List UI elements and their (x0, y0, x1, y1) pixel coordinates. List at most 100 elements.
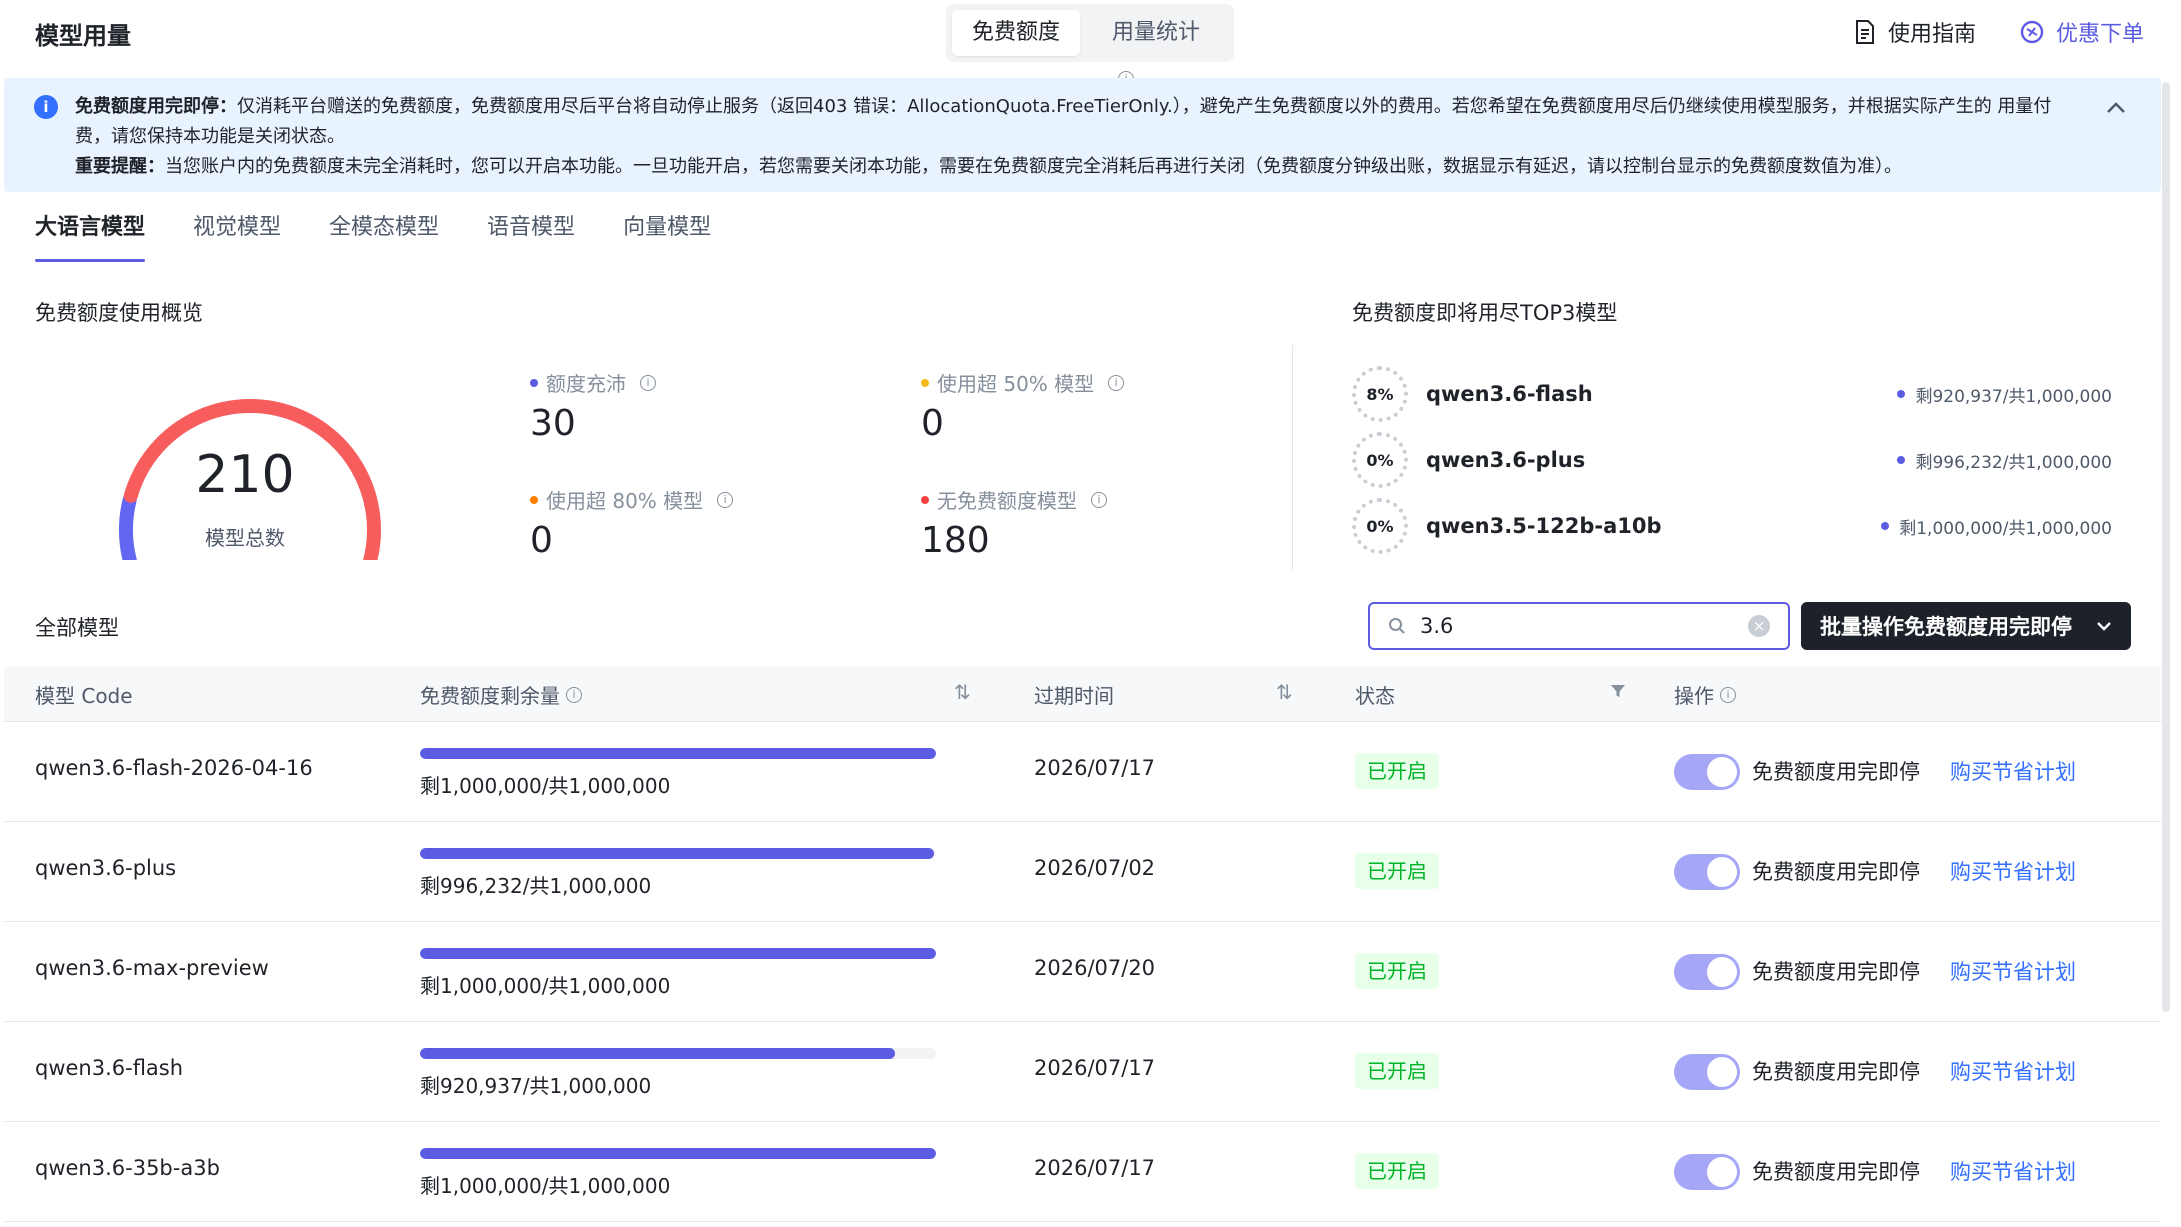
guide-link-label: 使用指南 (1888, 22, 1977, 47)
search-icon (1389, 618, 1405, 634)
table-row: qwen3.6-plus 剩996,232/共1,000,000 2026/07/0… (4, 822, 2161, 922)
quota-progress-fill (420, 748, 936, 759)
info-icon: i (717, 491, 734, 508)
usage-ring: 8% (1352, 366, 1408, 422)
tab-omni[interactable]: 全模态模型 (329, 212, 439, 262)
top3-item: 0% qwen3.5-122b-a10b 剩1,000,000/共1,000,0… (1352, 498, 2112, 554)
stop-on-exhaust-toggle[interactable] (1674, 1054, 1740, 1090)
stat-label: 使用超 80% 模型 (546, 489, 704, 513)
stop-on-exhaust-toggle[interactable] (1674, 754, 1740, 790)
toggle-knob (1707, 1157, 1737, 1187)
stat-dot (921, 378, 929, 387)
top3-item: 8% qwen3.6-flash 剩920,937/共1,000,000 (1352, 366, 2112, 422)
quota-remaining: 剩996,232/共1,000,000 (420, 874, 652, 898)
document-icon (1856, 20, 1874, 44)
promo-link[interactable]: 优惠下单 (2020, 16, 2144, 48)
search-input[interactable] (1420, 614, 1720, 638)
stat-label: 额度充沛 (546, 372, 626, 396)
tab-vision[interactable]: 视觉模型 (193, 212, 281, 262)
tab-llm[interactable]: 大语言模型 (35, 212, 146, 262)
col-expire: 过期时间 (1034, 684, 1114, 708)
top3-remaining-text: 剩1,000,000/共1,000,000 (1899, 518, 2112, 539)
stop-on-exhaust-toggle[interactable] (1674, 954, 1740, 990)
status-badge: 已开启 (1355, 853, 1439, 889)
stat-value: 0 (921, 403, 944, 444)
top3-remaining-text: 剩920,937/共1,000,000 (1915, 386, 2112, 407)
quota-progress-fill (420, 1148, 936, 1159)
tab-embedding[interactable]: 向量模型 (623, 212, 711, 262)
model-type-tabs: 大语言模型 视觉模型 全模态模型 语音模型 向量模型 (35, 212, 711, 262)
info-circle-icon: i (34, 95, 58, 119)
toggle-knob (1707, 857, 1737, 887)
all-models-title: 全部模型 (35, 616, 119, 640)
remaining-dot (1881, 522, 1890, 530)
table-row: qwen3.6-35b-a3b 剩1,000,000/共1,000,000 2026… (4, 1122, 2161, 1222)
clear-search-icon[interactable]: × (1748, 615, 1770, 637)
table-row: qwen3.6-flash-2026-04-16 剩1,000,000/共1,00… (4, 722, 2161, 822)
filter-status-icon[interactable] (1610, 680, 1626, 704)
model-code: qwen3.6-flash (35, 1056, 184, 1080)
tab-usage-stats[interactable]: 用量统计i (1092, 10, 1234, 87)
stat-label: 使用超 50% 模型 (937, 372, 1095, 396)
col-action-label: 操作 (1674, 684, 1714, 708)
info-icon: i (566, 686, 582, 703)
buy-savings-plan-link[interactable]: 购买节省计划 (1950, 1056, 2076, 1086)
divider (1292, 345, 1293, 570)
toggle-knob (1707, 957, 1737, 987)
coupon-icon (2020, 20, 2044, 44)
top3-model-name: qwen3.5-122b-a10b (1426, 514, 1662, 538)
buy-savings-plan-link[interactable]: 购买节省计划 (1950, 756, 2076, 786)
collapse-alert-button[interactable] (2106, 96, 2126, 120)
stat-over-80: 使用超 80% 模型 i 0 (530, 485, 734, 561)
stat-over-50: 使用超 50% 模型 i 0 (921, 368, 1125, 444)
stat-dot (921, 495, 929, 504)
col-remaining-label: 免费额度剩余量 (420, 684, 560, 708)
top3-model-name: qwen3.6-flash (1426, 382, 1593, 406)
stop-on-exhaust-toggle[interactable] (1674, 854, 1740, 890)
top3-title: 免费额度即将用尽TOP3模型 (1352, 301, 1618, 325)
col-status: 状态 (1355, 684, 1395, 708)
bulk-action-label: 批量操作免费额度用完即停 (1820, 615, 2072, 639)
expire-date: 2026/07/17 (1034, 1056, 1156, 1080)
scrollbar[interactable] (2162, 82, 2170, 1012)
top3-model-name: qwen3.6-plus (1426, 448, 1586, 472)
stat-value: 180 (921, 520, 990, 561)
status-badge: 已开启 (1355, 1053, 1439, 1089)
remaining-dot (1897, 390, 1906, 398)
tab-usage-stats-label: 用量统计 (1112, 20, 1201, 45)
quota-progress-fill (420, 1048, 896, 1059)
stop-on-exhaust-toggle[interactable] (1674, 1154, 1740, 1190)
gauge-segment (119, 493, 137, 560)
stat-no-quota: 无免费额度模型 i 180 (921, 485, 1107, 561)
usage-ring: 0% (1352, 498, 1408, 554)
top3-remaining: 剩1,000,000/共1,000,000 (1881, 514, 2112, 539)
quota-remaining: 剩920,937/共1,000,000 (420, 1074, 652, 1098)
status-badge: 已开启 (1355, 953, 1439, 989)
buy-savings-plan-link[interactable]: 购买节省计划 (1950, 1156, 2076, 1186)
table-header: 模型 Code 免费额度剩余量 i ⇅ 过期时间 ⇅ 状态 操作 i (4, 666, 2161, 722)
buy-savings-plan-link[interactable]: 购买节省计划 (1950, 856, 2076, 886)
col-code: 模型 Code (35, 684, 133, 708)
alert-body-1: 仅消耗平台赠送的免费额度，免费额度用尽后平台将自动停止服务（返回403 错误：A… (75, 96, 2052, 147)
model-search: × (1368, 602, 1790, 650)
info-icon: i (1091, 491, 1107, 508)
buy-savings-plan-link[interactable]: 购买节省计划 (1950, 956, 2076, 986)
guide-link[interactable]: 使用指南 (1854, 16, 1976, 48)
table-row: qwen3.6-max-preview 剩1,000,000/共1,000,000… (4, 922, 2161, 1022)
expire-date: 2026/07/20 (1034, 956, 1156, 980)
bulk-action-button[interactable]: 批量操作免费额度用完即停 (1801, 602, 2131, 650)
quota-remaining: 剩1,000,000/共1,000,000 (420, 774, 671, 798)
tab-speech[interactable]: 语音模型 (487, 212, 575, 262)
stat-ample: 额度充沛 i 30 (530, 368, 656, 444)
table-row: qwen3.6-flash 剩920,937/共1,000,000 2026/07/… (4, 1022, 2161, 1122)
alert-body-2: 当您账户内的免费额度未完全消耗时，您可以开启本功能。一旦功能开启，若您需要关闭本… (165, 156, 1902, 177)
toggle-knob (1707, 1057, 1737, 1087)
toggle-label: 免费额度用完即停 (1752, 1060, 1920, 1084)
top3-remaining: 剩920,937/共1,000,000 (1897, 382, 2112, 407)
usage-ring: 0% (1352, 432, 1408, 488)
filter-icon (1611, 685, 1625, 697)
tab-free-quota[interactable]: 免费额度 (952, 10, 1081, 56)
page-title: 模型用量 (35, 22, 131, 50)
sort-remaining-icon[interactable]: ⇅ (954, 680, 971, 704)
sort-expire-icon[interactable]: ⇅ (1276, 680, 1293, 704)
